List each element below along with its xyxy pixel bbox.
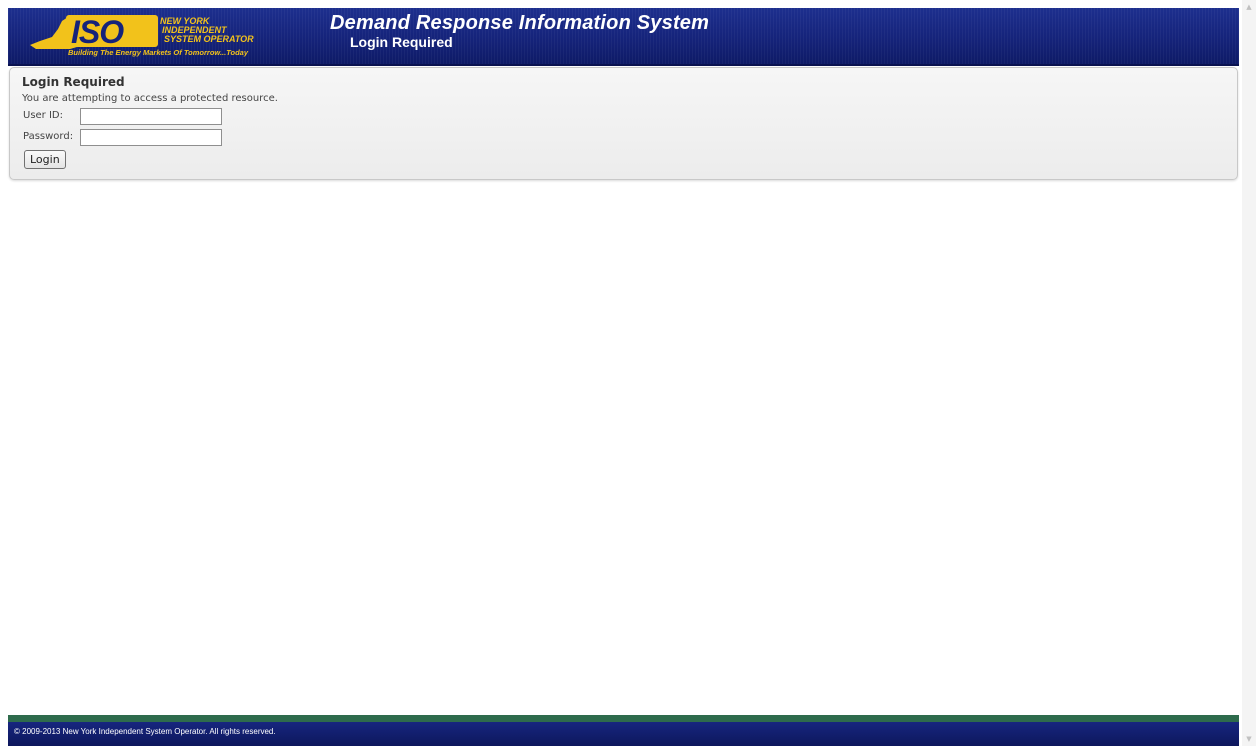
vertical-scrollbar[interactable]: ▲ ▼	[1242, 0, 1256, 746]
page: ISO NEW YORK INDEPENDENT SYSTEM OPERATOR…	[0, 0, 1256, 746]
login-panel: Login Required You are attempting to acc…	[9, 67, 1238, 180]
nyiso-logo[interactable]: ISO NEW YORK INDEPENDENT SYSTEM OPERATOR…	[22, 11, 318, 57]
footer-copyright: © 2009-2013 New York Independent System …	[14, 727, 276, 736]
user-id-label: User ID:	[23, 110, 63, 121]
page-subtitle: Login Required	[350, 34, 453, 50]
header-banner: ISO NEW YORK INDEPENDENT SYSTEM OPERATOR…	[8, 8, 1239, 66]
user-id-input[interactable]	[80, 108, 222, 125]
password-input[interactable]	[80, 129, 222, 146]
chevron-down-icon[interactable]: ▼	[1244, 734, 1254, 744]
login-message: You are attempting to access a protected…	[22, 93, 278, 104]
page-title: Demand Response Information System	[330, 12, 710, 34]
logo-tagline: Building The Energy Markets Of Tomorrow.…	[68, 48, 249, 57]
login-heading: Login Required	[22, 75, 125, 89]
logo-line-3: SYSTEM OPERATOR	[164, 34, 254, 44]
password-label: Password:	[23, 131, 74, 142]
footer-divider	[8, 715, 1239, 722]
iso-mark: ISO	[71, 14, 124, 50]
chevron-up-icon[interactable]: ▲	[1244, 2, 1254, 12]
footer: © 2009-2013 New York Independent System …	[8, 722, 1239, 746]
nyiso-logo-graphic: ISO NEW YORK INDEPENDENT SYSTEM OPERATOR…	[30, 14, 254, 57]
login-button[interactable]: Login	[24, 150, 66, 169]
